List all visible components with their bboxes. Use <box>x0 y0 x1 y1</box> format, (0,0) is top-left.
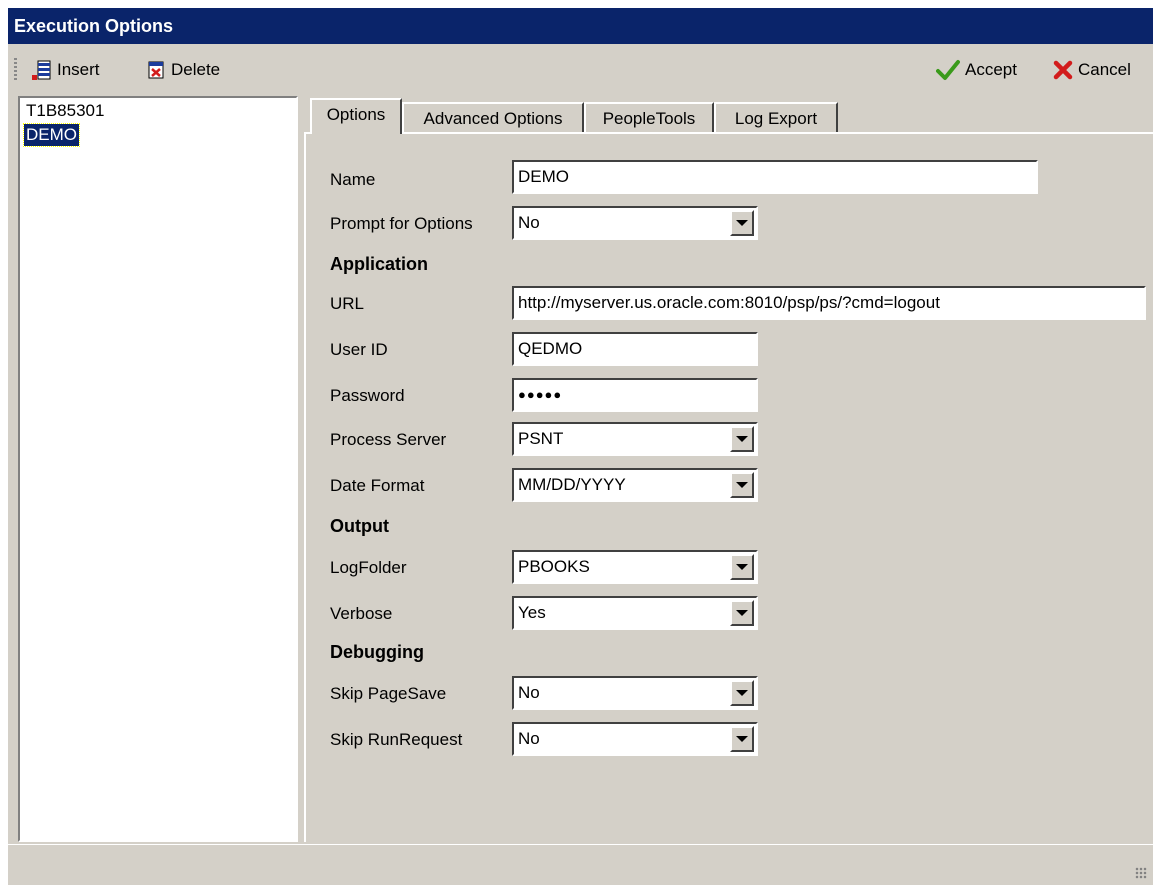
delete-icon <box>146 59 166 81</box>
skip-pagesave-value: No <box>518 683 540 702</box>
tab-peopletools[interactable]: PeopleTools <box>584 102 714 132</box>
date-format-select[interactable]: MM/DD/YYYY <box>512 468 758 502</box>
application-heading: Application <box>330 254 428 274</box>
url-label: URL <box>330 294 365 313</box>
status-bar <box>8 844 1153 885</box>
cancel-label: Cancel <box>1078 60 1131 79</box>
user-id-input[interactable]: QEDMO <box>512 332 758 366</box>
checkmark-icon <box>936 59 960 81</box>
tab-log-export[interactable]: Log Export <box>714 102 838 132</box>
skip-runrequest-select[interactable]: No <box>512 722 758 756</box>
chevron-down-icon[interactable] <box>730 426 754 452</box>
cancel-button[interactable]: Cancel <box>1053 58 1131 82</box>
chevron-down-icon[interactable] <box>730 726 754 752</box>
accept-label: Accept <box>965 60 1017 79</box>
title-bar: Execution Options <box>8 8 1153 44</box>
password-input[interactable]: ●●●●● <box>512 378 758 412</box>
execution-options-window: Execution Options Insert Delete Accept C… <box>8 8 1153 885</box>
toolbar-grip[interactable] <box>14 58 17 80</box>
insert-button[interactable]: Insert <box>30 58 100 82</box>
list-item-selected[interactable]: DEMO <box>23 123 80 147</box>
window-title: Execution Options <box>14 16 174 36</box>
chevron-down-icon[interactable] <box>730 554 754 580</box>
process-server-select[interactable]: PSNT <box>512 422 758 456</box>
password-label: Password <box>330 386 405 405</box>
process-server-value: PSNT <box>518 429 564 448</box>
chevron-down-icon[interactable] <box>730 600 754 626</box>
date-format-label: Date Format <box>330 476 425 495</box>
process-server-label: Process Server <box>330 430 447 449</box>
skip-runrequest-label: Skip RunRequest <box>330 730 463 749</box>
verbose-value: Yes <box>518 603 546 622</box>
option-sets-list[interactable]: T1B85301 DEMO <box>18 96 298 842</box>
tab-options[interactable]: Options <box>310 98 402 134</box>
chevron-down-icon[interactable] <box>730 680 754 706</box>
list-item[interactable]: T1B85301 <box>24 100 106 122</box>
chevron-down-icon[interactable] <box>730 210 754 236</box>
prompt-for-options-label: Prompt for Options <box>330 214 473 233</box>
output-heading: Output <box>330 516 389 536</box>
cancel-x-icon <box>1053 60 1073 80</box>
chevron-down-icon[interactable] <box>730 472 754 498</box>
insert-label: Insert <box>57 60 100 79</box>
options-panel: Options Advanced Options PeopleTools Log… <box>304 96 1153 842</box>
name-input[interactable]: DEMO <box>512 160 1038 194</box>
delete-label: Delete <box>171 60 221 79</box>
logfolder-label: LogFolder <box>330 558 407 577</box>
accept-button[interactable]: Accept <box>936 58 1017 82</box>
options-tab-body: Name DEMO Prompt for Options No Applicat… <box>304 132 1153 842</box>
logfolder-select[interactable]: PBOOKS <box>512 550 758 584</box>
prompt-for-options-value: No <box>518 213 540 232</box>
date-format-value: MM/DD/YYYY <box>518 475 626 494</box>
resize-grip-icon[interactable] <box>1135 867 1147 879</box>
delete-button[interactable]: Delete <box>146 58 220 82</box>
skip-pagesave-select[interactable]: No <box>512 676 758 710</box>
debugging-heading: Debugging <box>330 642 424 662</box>
skip-runrequest-value: No <box>518 729 540 748</box>
name-label: Name <box>330 170 376 189</box>
tab-advanced-options[interactable]: Advanced Options <box>402 102 584 132</box>
user-id-label: User ID <box>330 340 388 359</box>
insert-icon <box>30 59 52 81</box>
skip-pagesave-label: Skip PageSave <box>330 684 447 703</box>
logfolder-value: PBOOKS <box>518 557 590 576</box>
prompt-for-options-select[interactable]: No <box>512 206 758 240</box>
toolbar: Insert Delete Accept Cancel <box>8 46 1153 94</box>
verbose-label: Verbose <box>330 604 393 623</box>
url-input[interactable]: http://myserver.us.oracle.com:8010/psp/p… <box>512 286 1146 320</box>
verbose-select[interactable]: Yes <box>512 596 758 630</box>
